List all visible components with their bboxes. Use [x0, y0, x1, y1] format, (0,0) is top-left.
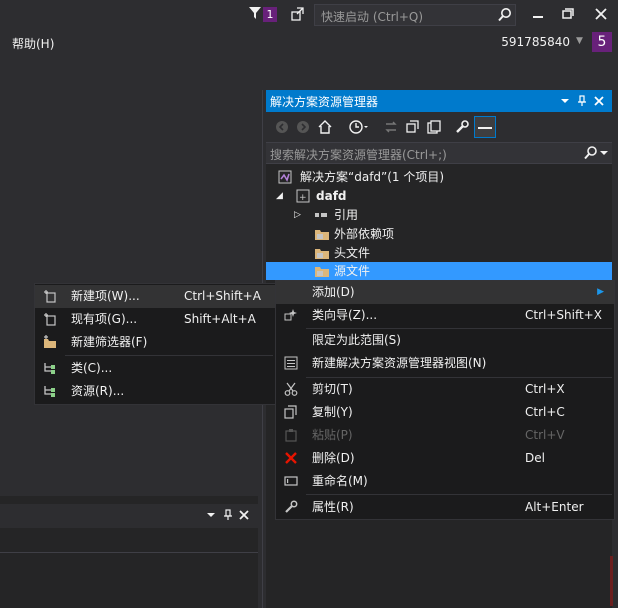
menu-item-rename[interactable]: 重命名(M) — [276, 470, 614, 493]
forward-icon[interactable] — [295, 119, 311, 135]
resource-icon — [43, 384, 57, 398]
back-icon[interactable] — [274, 119, 290, 135]
submenu-item-new-item[interactable]: 新建项(W)... Ctrl+Shift+A — [35, 285, 275, 308]
home-icon[interactable] — [317, 119, 333, 135]
class-icon — [43, 361, 57, 375]
close-icon[interactable] — [593, 95, 605, 107]
pin-icon[interactable] — [576, 95, 588, 107]
bottom-panel-header — [0, 504, 258, 528]
notification-filter-icon[interactable] — [248, 6, 262, 20]
tree-label: dafd — [316, 189, 347, 203]
solution-search-box[interactable]: 搜索解决方案资源管理器(Ctrl+;) — [266, 142, 612, 164]
expand-arrow-icon[interactable]: ◢ — [276, 187, 283, 206]
submenu-item-resource[interactable]: 资源(R)... — [35, 380, 275, 403]
solution-icon — [278, 170, 292, 184]
cut-icon — [284, 382, 298, 396]
solution-explorer-titlebar: 解决方案资源管理器 — [266, 90, 612, 112]
context-menu: 添加(D) ▶ 类向导(Z)... Ctrl+Shift+X 限定为此范围(S)… — [275, 280, 615, 520]
properties-wrench-icon[interactable] — [454, 119, 470, 135]
tree-label: 源文件 — [334, 264, 371, 278]
menu-separator — [306, 494, 612, 495]
dropdown-icon[interactable] — [206, 510, 216, 520]
solution-explorer-toolbar — [266, 112, 612, 142]
menu-item-new-view[interactable]: 新建解决方案资源管理器视图(N) — [276, 352, 614, 375]
collapse-arrow-icon[interactable]: ▷ — [294, 206, 301, 225]
search-options-icon[interactable] — [600, 149, 608, 157]
references-icon — [314, 209, 328, 221]
existing-item-icon — [43, 312, 57, 326]
search-icon[interactable] — [497, 7, 513, 23]
cpp-project-icon: + — [296, 189, 310, 203]
feedback-icon[interactable] — [290, 6, 306, 22]
rename-icon — [284, 475, 298, 487]
preview-selected-icon[interactable] — [474, 116, 496, 138]
new-item-icon — [43, 289, 57, 303]
dropdown-icon[interactable] — [560, 96, 570, 106]
panel-title: 解决方案资源管理器 — [270, 95, 379, 109]
menu-help[interactable]: 帮助(H) — [12, 35, 54, 52]
scroll-marker — [610, 556, 613, 606]
notification-count-badge[interactable]: 1 — [263, 7, 277, 22]
account-dropdown-icon[interactable]: ▼ — [576, 36, 583, 46]
folder-icon — [314, 227, 330, 241]
tree-label: 解决方案“dafd”(1 个项目) — [300, 170, 445, 184]
collapse-all-icon[interactable] — [405, 119, 421, 135]
menu-item-paste[interactable]: 粘贴(P) Ctrl+V — [276, 424, 614, 447]
menu-item-delete[interactable]: 删除(D) Del — [276, 447, 614, 470]
show-all-files-icon[interactable] — [426, 119, 442, 135]
new-filter-icon — [43, 335, 57, 349]
paste-icon — [284, 428, 298, 442]
submenu-item-existing-item[interactable]: 现有项(G)... Shift+Alt+A — [35, 308, 275, 331]
class-wizard-icon — [284, 308, 298, 322]
svg-text:+: + — [299, 193, 307, 203]
tree-label: 外部依赖项 — [334, 227, 395, 241]
tree-label: 引用 — [334, 208, 359, 222]
add-submenu: 新建项(W)... Ctrl+Shift+A 现有项(G)... Shift+A… — [34, 283, 276, 405]
quick-launch-box[interactable]: 快速启动 (Ctrl+Q) — [314, 4, 516, 26]
wrench-icon — [284, 500, 298, 514]
minimize-button[interactable] — [527, 4, 549, 24]
submenu-arrow-icon: ▶ — [597, 287, 604, 297]
account-name[interactable]: 591785840 — [501, 35, 570, 49]
folder-icon — [314, 246, 330, 260]
menu-item-add[interactable]: 添加(D) ▶ — [276, 281, 614, 304]
close-icon[interactable] — [238, 509, 250, 521]
copy-icon — [284, 405, 298, 419]
tree-label: 头文件 — [334, 246, 371, 260]
history-icon[interactable] — [348, 119, 370, 135]
close-window-button[interactable] — [590, 4, 612, 24]
menu-separator — [65, 355, 273, 356]
submenu-item-new-filter[interactable]: 新建筛选器(F) — [35, 331, 275, 354]
notifications-badge[interactable]: 5 — [592, 32, 612, 52]
menu-item-copy[interactable]: 复制(Y) Ctrl+C — [276, 401, 614, 424]
restore-button[interactable] — [557, 4, 579, 24]
folder-icon — [314, 264, 330, 278]
bottom-panel-divider — [0, 552, 258, 553]
solution-search-input[interactable]: 搜索解决方案资源管理器(Ctrl+;) — [270, 146, 447, 163]
quick-launch-input[interactable]: 快速启动 (Ctrl+Q) — [321, 8, 423, 25]
sync-icon[interactable] — [383, 119, 399, 135]
menu-item-scope-to-this[interactable]: 限定为此范围(S) — [276, 329, 614, 352]
search-icon[interactable] — [584, 145, 598, 161]
delete-icon — [284, 451, 298, 465]
menu-item-class-wizard[interactable]: 类向导(Z)... Ctrl+Shift+X — [276, 304, 614, 327]
menu-item-cut[interactable]: 剪切(T) Ctrl+X — [276, 378, 614, 401]
title-bar — [0, 0, 618, 30]
menu-item-properties[interactable]: 属性(R) Alt+Enter — [276, 496, 614, 519]
pin-icon[interactable] — [222, 509, 234, 521]
submenu-item-class[interactable]: 类(C)... — [35, 357, 275, 380]
new-view-icon — [284, 356, 298, 370]
